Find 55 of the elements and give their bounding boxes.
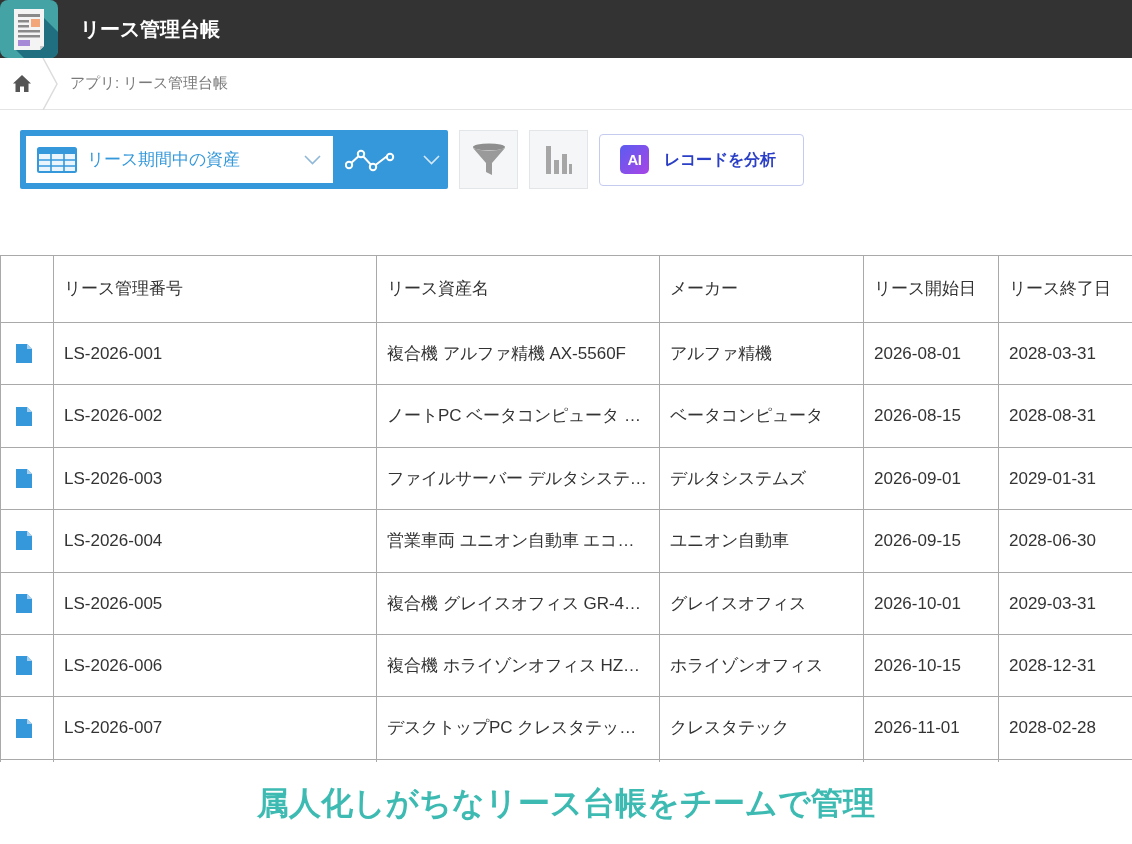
table-cell: LS-2026-007 bbox=[53, 696, 377, 760]
table-cell: LS-2026-005 bbox=[53, 572, 377, 635]
table-cell: デルタシステムズ bbox=[659, 447, 864, 510]
table-cell: アルファ精機 bbox=[659, 322, 864, 385]
table-cell: 2026-11-01 bbox=[863, 696, 999, 760]
table-cell: LS-2026-004 bbox=[53, 509, 377, 573]
table-cell: 2026-10-01 bbox=[863, 572, 999, 635]
table-cell: 営業車両 ユニオン自動車 エコ… bbox=[376, 509, 660, 573]
column-header[interactable]: リース資産名 bbox=[376, 255, 660, 323]
table-cell: 2026-08-15 bbox=[863, 384, 999, 448]
document-icon[interactable] bbox=[16, 406, 32, 426]
filter-button[interactable] bbox=[459, 130, 518, 189]
column-header[interactable]: リース終了日 bbox=[998, 255, 1132, 323]
chevron-down-icon bbox=[423, 154, 440, 165]
column-header[interactable]: リース管理番号 bbox=[53, 255, 377, 323]
home-icon[interactable] bbox=[13, 75, 31, 92]
breadcrumb-link[interactable]: アプリ: リース管理台帳 bbox=[70, 72, 229, 95]
document-icon[interactable] bbox=[16, 656, 32, 676]
document-icon[interactable] bbox=[16, 468, 32, 488]
table-cell: クレスタテック bbox=[659, 696, 864, 760]
ai-logo-icon: AI bbox=[620, 145, 649, 174]
table-cell: ファイルサーバー デルタシステ… bbox=[376, 447, 660, 510]
column-header[interactable]: メーカー bbox=[659, 255, 864, 323]
table-cell: LS-2026-003 bbox=[53, 447, 377, 510]
table-cell: 2026-08-01 bbox=[863, 322, 999, 385]
line-graph-icon bbox=[345, 147, 396, 172]
table-cell: ホライゾンオフィス bbox=[659, 634, 864, 697]
chevron-down-icon bbox=[304, 154, 321, 165]
table-cell: 2026-09-15 bbox=[863, 509, 999, 573]
chart-button[interactable] bbox=[529, 130, 588, 189]
table-cell: LS-2026-001 bbox=[53, 322, 377, 385]
table-cell: LS-2026-006 bbox=[53, 634, 377, 697]
table-cell: 複合機 グレイスオフィス GR-4… bbox=[376, 572, 660, 635]
table-cell: 複合機 アルファ精機 AX-5560F bbox=[376, 322, 660, 385]
document-icon[interactable] bbox=[16, 718, 32, 738]
document-icon[interactable] bbox=[16, 593, 32, 613]
app-title: リース管理台帳 bbox=[80, 17, 220, 42]
app-logo-icon[interactable] bbox=[0, 0, 58, 58]
caption-heading: 属人化しがちなリース台帳をチームで管理 bbox=[257, 784, 875, 823]
table-cell: 2026-09-01 bbox=[863, 447, 999, 510]
analyze-records-button[interactable]: AI レコードを分析 bbox=[599, 133, 804, 186]
table-cell: 2026-10-15 bbox=[863, 634, 999, 697]
document-icon[interactable] bbox=[16, 531, 32, 551]
table-cell: グレイスオフィス bbox=[659, 572, 864, 635]
table-cell: LS-2026-002 bbox=[53, 384, 377, 448]
table-icon bbox=[37, 146, 77, 173]
table-cell: ノートPC ベータコンピュータ … bbox=[376, 384, 660, 448]
document-icon[interactable] bbox=[16, 344, 32, 364]
bar-chart-icon bbox=[545, 145, 572, 174]
column-header[interactable]: リース開始日 bbox=[863, 255, 999, 323]
filter-icon bbox=[471, 142, 506, 177]
table-cell: 複合機 ホライゾンオフィス HZ… bbox=[376, 634, 660, 697]
table-cell: ユニオン自動車 bbox=[659, 509, 864, 573]
table-cell: デスクトップPC クレスタテッ… bbox=[376, 696, 660, 760]
table-cell: ベータコンピュータ bbox=[659, 384, 864, 448]
